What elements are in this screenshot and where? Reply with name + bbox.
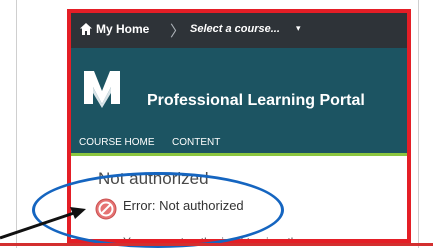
home-icon[interactable] [79,22,93,36]
top-navigation: My Home 〉 Select a course... ▾ [71,13,407,48]
portal-title: Professional Learning Portal [147,92,365,109]
course-select-dropdown[interactable]: Select a course... [190,23,280,35]
tab-content[interactable]: CONTENT [172,137,220,148]
page-frame-left [16,0,17,248]
portal-banner: Professional Learning Portal COURSE HOME… [71,48,407,153]
breadcrumb-separator-icon: 〉 [170,23,186,40]
tab-course-home[interactable]: COURSE HOME [79,137,155,148]
annotation-ellipse [32,172,284,248]
page-frame-right [418,0,419,248]
bottom-red-line [0,243,433,246]
university-logo[interactable] [81,67,123,108]
my-home-link[interactable]: My Home [96,22,149,36]
chevron-down-icon[interactable]: ▾ [296,23,301,34]
